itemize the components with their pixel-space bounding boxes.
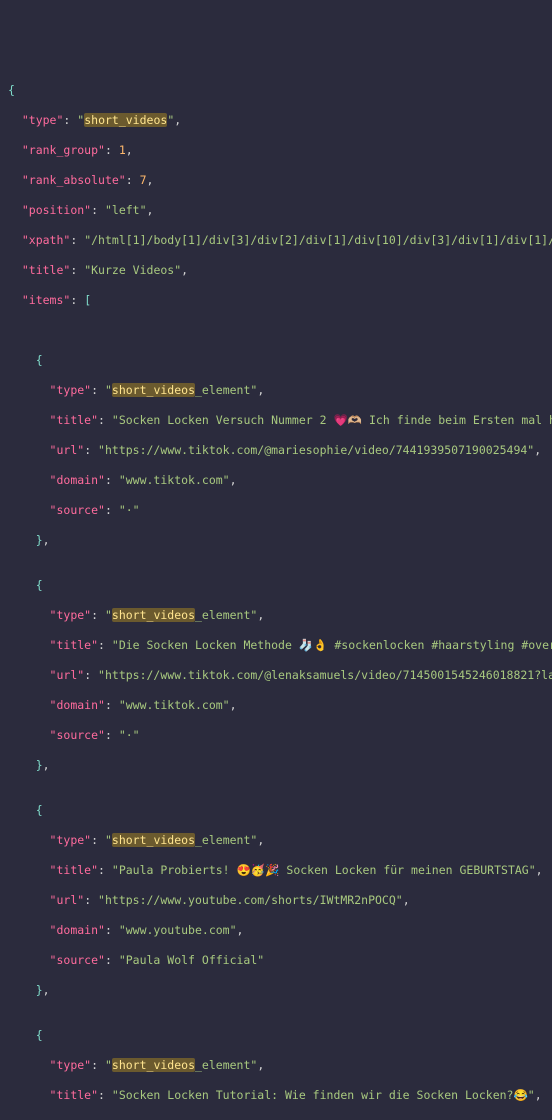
json-key: rank_group [29, 143, 98, 157]
search-highlight: short_videos [112, 1058, 195, 1072]
search-highlight: short_videos [84, 113, 167, 127]
json-line: "domain": "www.tiktok.com", [8, 698, 544, 713]
json-line: "type": "short_videos_element", [8, 383, 544, 398]
json-line: "url": "https://www.tiktok.com/@daniklie… [8, 1118, 544, 1120]
json-line: "domain": "www.youtube.com", [8, 923, 544, 938]
json-line: "title": "Paula Probierts! 😍🥳🎉 Socken Lo… [8, 863, 544, 878]
json-key: position [29, 203, 84, 217]
json-line: { [8, 1028, 544, 1043]
json-key: title [29, 263, 64, 277]
json-line: }, [8, 983, 544, 998]
json-line: "title": "Die Socken Locken Methode 🧦👌 #… [8, 638, 544, 653]
json-value: 1 [119, 143, 126, 157]
json-line: "title": "Socken Locken Versuch Nummer 2… [8, 413, 544, 428]
json-code-block: { "type": "short_videos", "rank_group": … [8, 68, 544, 1120]
json-value: 7 [140, 173, 147, 187]
json-line: "url": "https://www.youtube.com/shorts/I… [8, 893, 544, 908]
json-array-items: { "type": "short_videos_element", "title… [8, 353, 544, 1120]
json-line: "type": "short_videos_element", [8, 608, 544, 623]
json-line: "source": "·" [8, 728, 544, 743]
json-key: items [29, 293, 64, 307]
json-line: "domain": "www.tiktok.com", [8, 473, 544, 488]
search-highlight: short_videos [112, 833, 195, 847]
json-line: "url": "https://www.tiktok.com/@lenaksam… [8, 668, 544, 683]
json-line: "type": "short_videos_element", [8, 833, 544, 848]
json-key: type [29, 113, 57, 127]
json-line: { [8, 578, 544, 593]
search-highlight: short_videos [112, 608, 195, 622]
json-line: }, [8, 758, 544, 773]
json-key: rank_absolute [29, 173, 119, 187]
json-line: { [8, 803, 544, 818]
json-line: "title": "Socken Locken Tutorial: Wie fi… [8, 1088, 544, 1103]
json-line: "type": "short_videos_element", [8, 1058, 544, 1073]
json-line: "source": "·" [8, 503, 544, 518]
json-value: "/html[1]/body[1]/div[3]/div[2]/div[1]/d… [84, 233, 552, 247]
json-line: "url": "https://www.tiktok.com/@mariesop… [8, 443, 544, 458]
search-highlight: short_videos [112, 383, 195, 397]
json-line: { [8, 353, 544, 368]
json-value: "Kurze Videos" [84, 263, 181, 277]
json-key: xpath [29, 233, 64, 247]
json-line: "source": "Paula Wolf Official" [8, 953, 544, 968]
json-value: "left" [105, 203, 147, 217]
json-line: }, [8, 533, 544, 548]
